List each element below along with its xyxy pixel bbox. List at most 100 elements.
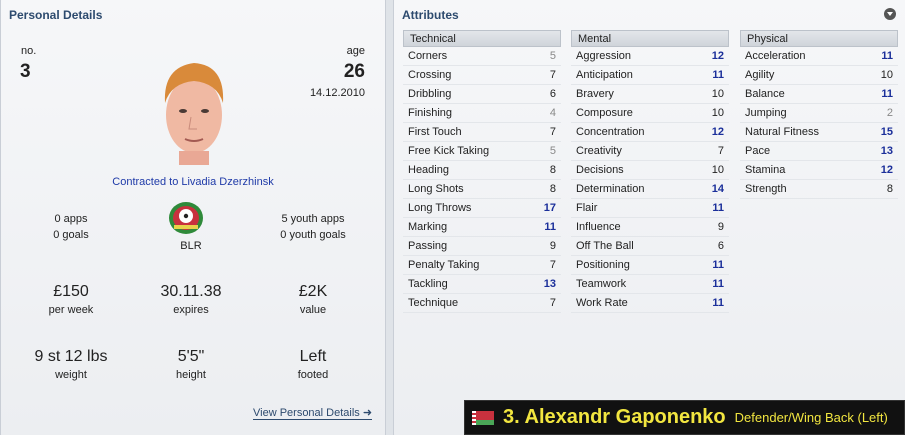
- attribute-row: Passing 9: [403, 237, 561, 256]
- attribute-name: Off The Ball: [576, 240, 634, 252]
- attribute-value: 7: [549, 126, 556, 138]
- attribute-name: Penalty Taking: [408, 259, 480, 271]
- youth-apps-count: 5 youth apps: [281, 213, 345, 225]
- attribute-name: Technique: [408, 297, 459, 309]
- attribute-name: Stamina: [745, 164, 786, 176]
- collapse-menu-icon[interactable]: [884, 8, 896, 20]
- attribute-name: Tackling: [408, 278, 448, 290]
- attribute-value: 9: [549, 240, 556, 252]
- mental-column: Mental Aggression 12 Anticipation 11 Bravery…: [571, 30, 729, 313]
- attributes-title: Attributes: [402, 8, 459, 22]
- attribute-name: Composure: [576, 107, 633, 119]
- attribute-row: Positioning 11: [571, 256, 729, 275]
- attribute-row: Aggression 12: [571, 47, 729, 66]
- attribute-row: Strength 8: [740, 180, 898, 199]
- attribute-name: Heading: [408, 164, 449, 176]
- attribute-value: 7: [549, 297, 556, 309]
- player-name-banner: 3. Alexandr Gaponenko Defender/Wing Back…: [464, 400, 905, 435]
- value-label: value: [299, 304, 327, 316]
- attribute-value: 10: [711, 164, 724, 176]
- foot-value: Left: [299, 348, 327, 365]
- attribute-value: 11: [712, 69, 724, 81]
- apps-count: 0 apps: [54, 213, 88, 225]
- attribute-row: Flair 11: [571, 199, 729, 218]
- attribute-value: 15: [880, 126, 893, 138]
- attribute-name: Natural Fitness: [745, 126, 819, 138]
- attribute-row: Work Rate 11: [571, 294, 729, 313]
- attribute-value: 5: [549, 50, 556, 62]
- attribute-row: Marking 11: [403, 218, 561, 237]
- attribute-value: 8: [886, 183, 893, 195]
- attribute-value: 10: [711, 107, 724, 119]
- attribute-name: Creativity: [576, 145, 622, 157]
- attribute-name: Jumping: [745, 107, 787, 119]
- attribute-name: Aggression: [576, 50, 632, 62]
- age-value: 26: [343, 61, 365, 82]
- player-name: 3. Alexandr Gaponenko: [503, 406, 726, 428]
- attribute-value: 11: [712, 202, 724, 214]
- youth-goals-count: 0 youth goals: [280, 229, 346, 241]
- attributes-panel: Attributes Technical Corners 5 Crossing 7 Dr…: [393, 0, 905, 435]
- personal-details-title: Personal Details: [9, 8, 103, 22]
- attribute-row: Concentration 12: [571, 123, 729, 142]
- attribute-value: 12: [711, 126, 724, 138]
- nation-code: BLR: [180, 240, 202, 252]
- attribute-row: Creativity 7: [571, 142, 729, 161]
- player-face-image: [164, 63, 224, 165]
- goals-count: 0 goals: [53, 229, 89, 241]
- attribute-value: 9: [717, 221, 724, 233]
- attribute-value: 13: [543, 278, 556, 290]
- squad-number: 3: [20, 61, 31, 82]
- attribute-value: 11: [544, 221, 556, 233]
- attribute-row: Penalty Taking 7: [403, 256, 561, 275]
- weight-value: 9 st 12 lbs: [34, 348, 108, 365]
- attribute-row: Tackling 13: [403, 275, 561, 294]
- attribute-value: 12: [711, 50, 724, 62]
- attribute-name: Pace: [745, 145, 771, 157]
- attribute-row: Decisions 10: [571, 161, 729, 180]
- attribute-value: 2: [886, 107, 893, 119]
- attribute-value: 12: [880, 164, 893, 176]
- attribute-name: Passing: [408, 240, 448, 252]
- attribute-row: Heading 8: [403, 161, 561, 180]
- attribute-value: 8: [549, 183, 556, 195]
- attribute-row: Pace 13: [740, 142, 898, 161]
- height-label: height: [176, 369, 206, 381]
- attribute-row: Free Kick Taking 5: [403, 142, 561, 161]
- attribute-name: Balance: [745, 88, 785, 100]
- attribute-row: Long Throws 17: [403, 199, 561, 218]
- number-label: no.: [21, 45, 37, 57]
- attribute-name: First Touch: [408, 126, 462, 138]
- mental-header: Mental: [571, 30, 729, 47]
- attribute-row: Jumping 2: [740, 104, 898, 123]
- attribute-row: Influence 9: [571, 218, 729, 237]
- attribute-name: Corners: [408, 50, 448, 62]
- contract-info: Contracted to Livadia Dzerzhinsk: [112, 176, 274, 188]
- birth-date: 14.12.2010: [309, 87, 365, 99]
- view-personal-details-link[interactable]: View Personal Details ➜: [253, 406, 373, 420]
- attribute-name: Dribbling: [408, 88, 452, 100]
- attribute-row: Finishing 4: [403, 104, 561, 123]
- attribute-name: Flair: [576, 202, 598, 214]
- attribute-value: 11: [712, 278, 724, 290]
- attribute-row: Stamina 12: [740, 161, 898, 180]
- attribute-value: 11: [712, 297, 724, 309]
- attribute-name: Bravery: [576, 88, 614, 100]
- attribute-name: Strength: [745, 183, 787, 195]
- attribute-row: Off The Ball 6: [571, 237, 729, 256]
- attribute-row: Teamwork 11: [571, 275, 729, 294]
- technical-column: Technical Corners 5 Crossing 7 Dribbling 6 Fin…: [403, 30, 561, 313]
- federation-badge-icon: [169, 202, 203, 234]
- attribute-row: Agility 10: [740, 66, 898, 85]
- attribute-row: Technique 7: [403, 294, 561, 313]
- attribute-row: Corners 5: [403, 47, 561, 66]
- contract-expiry: 30.11.38: [160, 283, 222, 300]
- foot-label: footed: [297, 369, 329, 381]
- attribute-name: Agility: [745, 69, 775, 81]
- attribute-value: 14: [711, 183, 724, 195]
- attribute-name: Finishing: [408, 107, 453, 119]
- attribute-value: 11: [881, 50, 893, 62]
- belarus-flag-icon: [472, 410, 494, 425]
- attribute-value: 10: [711, 88, 724, 100]
- attribute-value: 11: [712, 259, 724, 271]
